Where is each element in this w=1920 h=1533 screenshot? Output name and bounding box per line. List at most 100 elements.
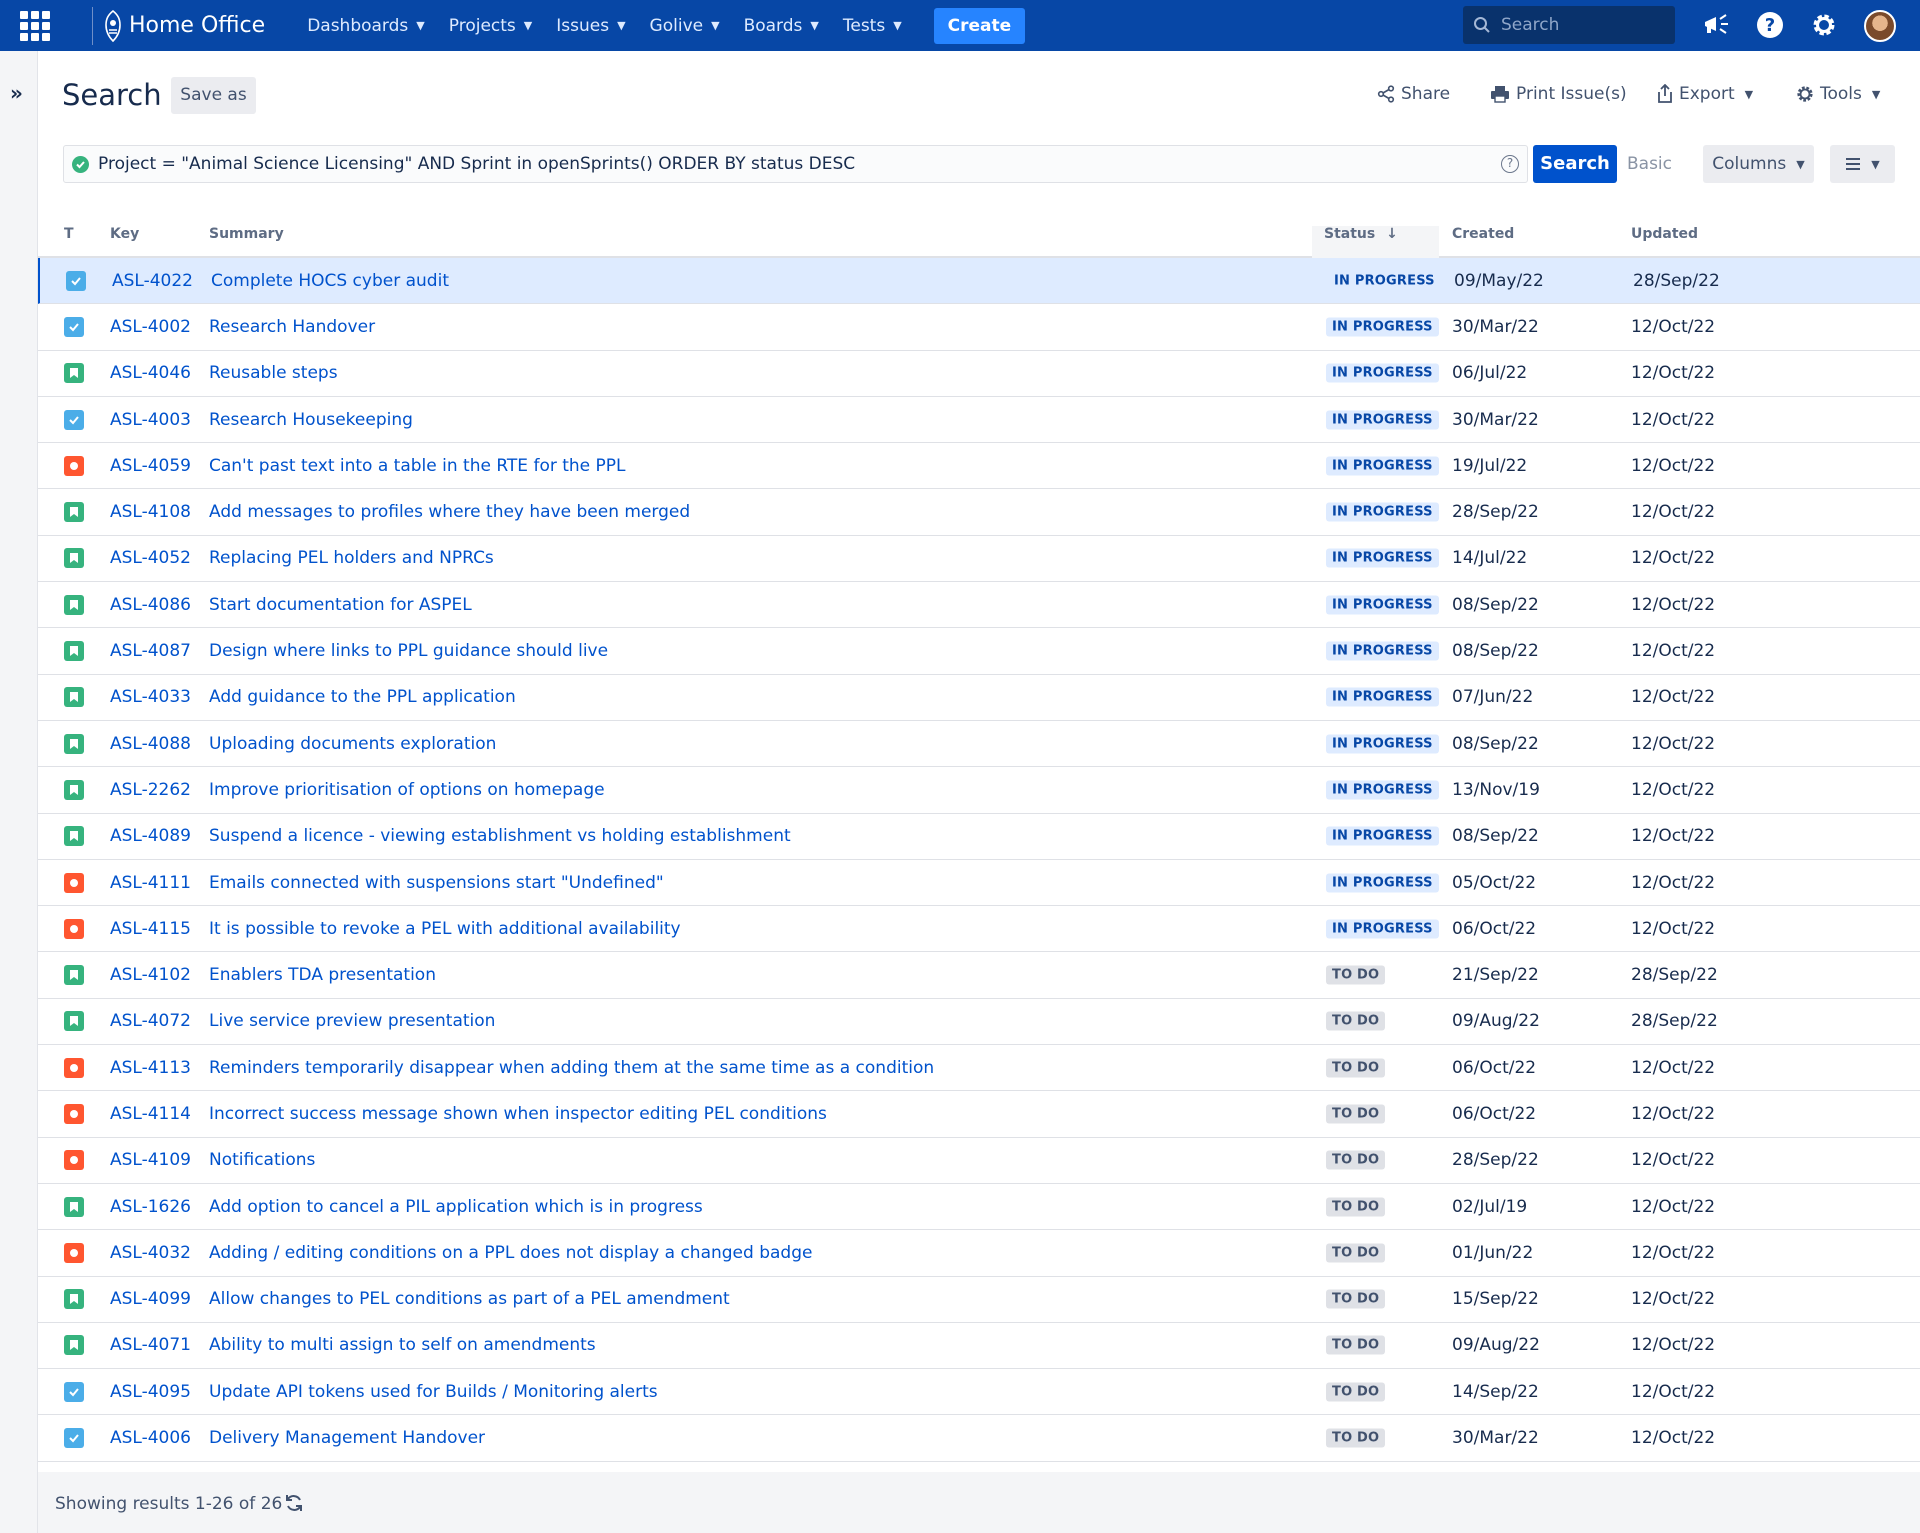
- create-button[interactable]: Create: [933, 7, 1026, 44]
- table-row[interactable]: ASL-1626 Add option to cancel a PIL appli…: [38, 1184, 1920, 1231]
- issue-key-link[interactable]: ASL-4002: [110, 317, 191, 337]
- issue-key-link[interactable]: ASL-4032: [110, 1243, 191, 1263]
- issue-summary-link[interactable]: Can't past text into a table in the RTE …: [209, 456, 626, 476]
- issue-key-link[interactable]: ASL-4087: [110, 641, 191, 661]
- header-key[interactable]: Key: [110, 226, 139, 242]
- issue-key-link[interactable]: ASL-4102: [110, 965, 191, 985]
- table-row[interactable]: ASL-4095 Update API tokens used for Build…: [38, 1369, 1920, 1416]
- refresh-icon[interactable]: [283, 1492, 305, 1518]
- table-row[interactable]: ASL-4109 Notifications TO DO 28/Sep/22 12/Oc…: [38, 1138, 1920, 1184]
- issue-key-link[interactable]: ASL-4111: [110, 873, 191, 893]
- issue-summary-link[interactable]: Ability to multi assign to self on amend…: [209, 1335, 596, 1355]
- menu-issues[interactable]: Issues ▼: [556, 16, 625, 36]
- issue-summary-link[interactable]: Add guidance to the PPL application: [209, 687, 516, 707]
- table-row[interactable]: ASL-4052 Replacing PEL holders and NPRCs I…: [38, 536, 1920, 583]
- issue-summary-link[interactable]: Adding / editing conditions on a PPL doe…: [209, 1243, 812, 1263]
- issue-summary-link[interactable]: Reminders temporarily disappear when add…: [209, 1058, 934, 1078]
- issue-key-link[interactable]: ASL-4099: [110, 1289, 191, 1309]
- issue-summary-link[interactable]: Improve prioritisation of options on hom…: [209, 780, 605, 800]
- table-row[interactable]: ASL-4111 Emails connected with suspension…: [38, 860, 1920, 907]
- app-switcher-icon[interactable]: [20, 10, 50, 41]
- settings-gear-icon[interactable]: [1808, 9, 1840, 41]
- announcement-icon[interactable]: [1700, 9, 1732, 41]
- table-row[interactable]: ASL-4022 Complete HOCS cyber audit IN PROG…: [38, 258, 1920, 305]
- issue-summary-link[interactable]: Emails connected with suspensions start …: [209, 873, 664, 893]
- table-row[interactable]: ASL-4115 It is possible to revoke a PEL w…: [38, 906, 1920, 953]
- menu-golive[interactable]: Golive ▼: [650, 16, 720, 36]
- issue-summary-link[interactable]: Research Housekeeping: [209, 410, 413, 430]
- export-button[interactable]: Export ▼: [1657, 84, 1753, 104]
- table-row[interactable]: ASL-4006 Delivery Management Handover TO D…: [38, 1415, 1920, 1462]
- table-row[interactable]: ASL-4071 Ability to multi assign to self …: [38, 1323, 1920, 1370]
- view-options-button[interactable]: ▼: [1830, 145, 1895, 183]
- issue-summary-link[interactable]: Add messages to profiles where they have…: [209, 502, 690, 522]
- issue-summary-link[interactable]: Add option to cancel a PIL application w…: [209, 1197, 703, 1217]
- header-updated[interactable]: Updated: [1631, 226, 1698, 242]
- jql-query-input[interactable]: Project = "Animal Science Licensing" AND…: [63, 145, 1528, 183]
- issue-summary-link[interactable]: Complete HOCS cyber audit: [211, 271, 449, 291]
- table-row[interactable]: ASL-4033 Add guidance to the PPL applicat…: [38, 675, 1920, 721]
- table-row[interactable]: ASL-4099 Allow changes to PEL conditions …: [38, 1277, 1920, 1323]
- issue-summary-link[interactable]: Design where links to PPL guidance shoul…: [209, 641, 608, 661]
- table-row[interactable]: ASL-4002 Research Handover IN PROGRESS 30/M…: [38, 304, 1920, 351]
- issue-summary-link[interactable]: Notifications: [209, 1150, 315, 1170]
- issue-summary-link[interactable]: It is possible to revoke a PEL with addi…: [209, 919, 681, 939]
- table-row[interactable]: ASL-4102 Enablers TDA presentation TO DO 21…: [38, 952, 1920, 999]
- table-row[interactable]: ASL-4113 Reminders temporarily disappear …: [38, 1045, 1920, 1092]
- issue-key-link[interactable]: ASL-4113: [110, 1058, 191, 1078]
- table-row[interactable]: ASL-4046 Reusable steps IN PROGRESS 06/Jul/…: [38, 351, 1920, 397]
- issue-key-link[interactable]: ASL-4108: [110, 502, 191, 522]
- print-issues-button[interactable]: Print Issue(s): [1490, 84, 1627, 104]
- issue-summary-link[interactable]: Incorrect success message shown when ins…: [209, 1104, 827, 1124]
- columns-button[interactable]: Columns ▼: [1703, 145, 1814, 183]
- jql-help-icon[interactable]: ?: [1501, 155, 1519, 173]
- header-type[interactable]: T: [64, 226, 74, 242]
- global-search-input[interactable]: Search: [1463, 6, 1675, 44]
- issue-key-link[interactable]: ASL-4095: [110, 1382, 191, 1402]
- issue-key-link[interactable]: ASL-4089: [110, 826, 191, 846]
- issue-key-link[interactable]: ASL-4006: [110, 1428, 191, 1448]
- share-button[interactable]: Share: [1377, 84, 1450, 104]
- basic-mode-link[interactable]: Basic: [1627, 154, 1672, 174]
- issue-key-link[interactable]: ASL-1626: [110, 1197, 191, 1217]
- issue-summary-link[interactable]: Reusable steps: [209, 363, 338, 383]
- table-row[interactable]: ASL-4059 Can't past text into a table in …: [38, 443, 1920, 490]
- issue-key-link[interactable]: ASL-4071: [110, 1335, 191, 1355]
- menu-tests[interactable]: Tests ▼: [843, 16, 902, 36]
- issue-summary-link[interactable]: Update API tokens used for Builds / Moni…: [209, 1382, 658, 1402]
- issue-key-link[interactable]: ASL-4046: [110, 363, 191, 383]
- issue-key-link[interactable]: ASL-4022: [112, 271, 193, 291]
- menu-projects[interactable]: Projects ▼: [449, 16, 533, 36]
- issue-key-link[interactable]: ASL-4109: [110, 1150, 191, 1170]
- table-row[interactable]: ASL-2262 Improve prioritisation of option…: [38, 767, 1920, 814]
- tools-button[interactable]: Tools ▼: [1796, 84, 1880, 104]
- table-row[interactable]: ASL-4108 Add messages to profiles where t…: [38, 489, 1920, 536]
- issue-key-link[interactable]: ASL-2262: [110, 780, 191, 800]
- issue-summary-link[interactable]: Live service preview presentation: [209, 1011, 495, 1031]
- table-row[interactable]: ASL-4032 Adding / editing conditions on a…: [38, 1230, 1920, 1277]
- table-row[interactable]: ASL-4114 Incorrect success message shown …: [38, 1091, 1920, 1138]
- menu-boards[interactable]: Boards ▼: [744, 16, 819, 36]
- issue-summary-link[interactable]: Enablers TDA presentation: [209, 965, 436, 985]
- table-row[interactable]: ASL-4087 Design where links to PPL guidan…: [38, 628, 1920, 675]
- issue-key-link[interactable]: ASL-4086: [110, 595, 191, 615]
- issue-summary-link[interactable]: Replacing PEL holders and NPRCs: [209, 548, 494, 568]
- issue-summary-link[interactable]: Delivery Management Handover: [209, 1428, 485, 1448]
- header-status[interactable]: Status ↓: [1324, 226, 1398, 242]
- table-row[interactable]: ASL-4086 Start documentation for ASPEL IN …: [38, 582, 1920, 629]
- header-created[interactable]: Created: [1452, 226, 1514, 242]
- user-avatar[interactable]: [1864, 10, 1896, 42]
- issue-key-link[interactable]: ASL-4115: [110, 919, 191, 939]
- issue-key-link[interactable]: ASL-4088: [110, 734, 191, 754]
- table-row[interactable]: ASL-4003 Research Housekeeping IN PROGRESS…: [38, 397, 1920, 444]
- issue-key-link[interactable]: ASL-4072: [110, 1011, 191, 1031]
- table-row[interactable]: ASL-4072 Live service preview presentatio…: [38, 999, 1920, 1046]
- header-summary[interactable]: Summary: [209, 226, 284, 242]
- issue-summary-link[interactable]: Suspend a licence - viewing establishmen…: [209, 826, 791, 846]
- home-logo[interactable]: Home Office: [103, 9, 265, 43]
- save-as-button[interactable]: Save as: [171, 77, 256, 114]
- issue-key-link[interactable]: ASL-4114: [110, 1104, 191, 1124]
- menu-dashboards[interactable]: Dashboards ▼: [307, 16, 425, 36]
- help-icon[interactable]: ?: [1754, 9, 1786, 41]
- issue-key-link[interactable]: ASL-4052: [110, 548, 191, 568]
